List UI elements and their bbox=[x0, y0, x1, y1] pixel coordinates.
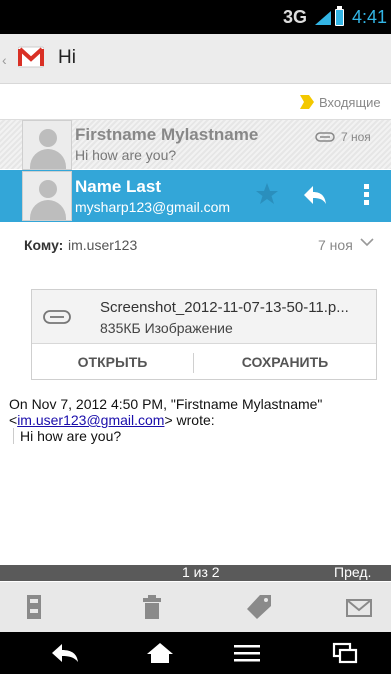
gmail-icon[interactable] bbox=[18, 46, 44, 68]
attachment-icon bbox=[43, 310, 71, 324]
message-date: 7 ноя bbox=[341, 130, 371, 144]
battery-icon bbox=[335, 6, 344, 26]
to-label: Кому: bbox=[24, 237, 64, 253]
menu-icon[interactable] bbox=[232, 642, 262, 664]
save-attachment-button[interactable]: СОХРАНИТЬ bbox=[194, 344, 376, 380]
signal-icon bbox=[315, 11, 331, 25]
label-icon[interactable] bbox=[246, 594, 272, 620]
mark-unread-icon[interactable] bbox=[346, 594, 372, 620]
message-date: 7 ноя bbox=[318, 237, 353, 253]
back-icon[interactable] bbox=[50, 642, 80, 664]
attachment-filename: Screenshot_2012-11-07-13-50-11.p... bbox=[100, 299, 349, 316]
page-title: Hi bbox=[58, 47, 76, 68]
attachment-info[interactable]: Screenshot_2012-11-07-13-50-11.p... 835К… bbox=[32, 290, 376, 344]
pager-bar: 1 из 2 Пред. bbox=[0, 564, 391, 581]
network-type: 3G bbox=[283, 7, 308, 27]
recent-apps-icon[interactable] bbox=[330, 642, 360, 664]
message-snippet: Hi how are you? bbox=[75, 147, 177, 163]
folder-label[interactable]: Входящие bbox=[319, 95, 381, 110]
quote-bracket-open: < bbox=[9, 412, 18, 428]
delete-icon[interactable] bbox=[139, 594, 165, 620]
star-icon[interactable] bbox=[255, 182, 279, 206]
clock: 4:41 bbox=[352, 7, 388, 27]
quoted-text: Hi how are you? bbox=[13, 428, 384, 444]
bottom-action-bar bbox=[0, 582, 391, 632]
up-caret-icon[interactable]: ‹ bbox=[2, 52, 7, 68]
sender-email: mysharp123@gmail.com bbox=[75, 199, 231, 215]
home-icon[interactable] bbox=[145, 642, 175, 664]
attachment-size-type: 835КБ Изображение bbox=[100, 320, 233, 336]
message-body: On Nov 7, 2012 4:50 PM, "Firstname Mylas… bbox=[9, 396, 384, 444]
overflow-menu-icon[interactable] bbox=[362, 184, 370, 208]
collapsed-message[interactable]: Firstname Mylastname Hi how are you? 7 н… bbox=[0, 119, 391, 170]
message-header[interactable]: Name Last mysharp123@gmail.com bbox=[0, 170, 391, 222]
chevron-down-icon[interactable] bbox=[360, 234, 374, 250]
avatar bbox=[22, 120, 72, 170]
archive-icon[interactable] bbox=[22, 594, 48, 620]
sender-name: Firstname Mylastname bbox=[75, 125, 259, 144]
page-count: 1 из 2 bbox=[182, 564, 220, 580]
status-bar: 3G 4:41 bbox=[0, 0, 391, 34]
open-attachment-button[interactable]: ОТКРЫТЬ bbox=[32, 344, 193, 380]
avatar bbox=[22, 171, 72, 221]
quote-intro-end: > wrote: bbox=[164, 412, 215, 428]
reply-icon[interactable] bbox=[303, 184, 327, 206]
action-bar: ‹ Hi bbox=[0, 34, 391, 84]
inbox-label-icon bbox=[300, 95, 314, 109]
attachment-icon bbox=[315, 132, 335, 142]
sender-name: Name Last bbox=[75, 177, 161, 196]
quote-intro: On Nov 7, 2012 4:50 PM, "Firstname Mylas… bbox=[9, 396, 323, 412]
recipient-row[interactable]: Кому: im.user123 7 ноя bbox=[0, 222, 391, 266]
recipient-value: im.user123 bbox=[68, 237, 138, 253]
system-nav-bar bbox=[0, 632, 391, 674]
attachment-card: Screenshot_2012-11-07-13-50-11.p... 835К… bbox=[31, 289, 377, 380]
folder-label-row: Входящие bbox=[0, 85, 391, 119]
quoted-email-link[interactable]: im.user123@gmail.com bbox=[17, 412, 164, 428]
previous-button[interactable]: Пред. bbox=[334, 564, 371, 580]
